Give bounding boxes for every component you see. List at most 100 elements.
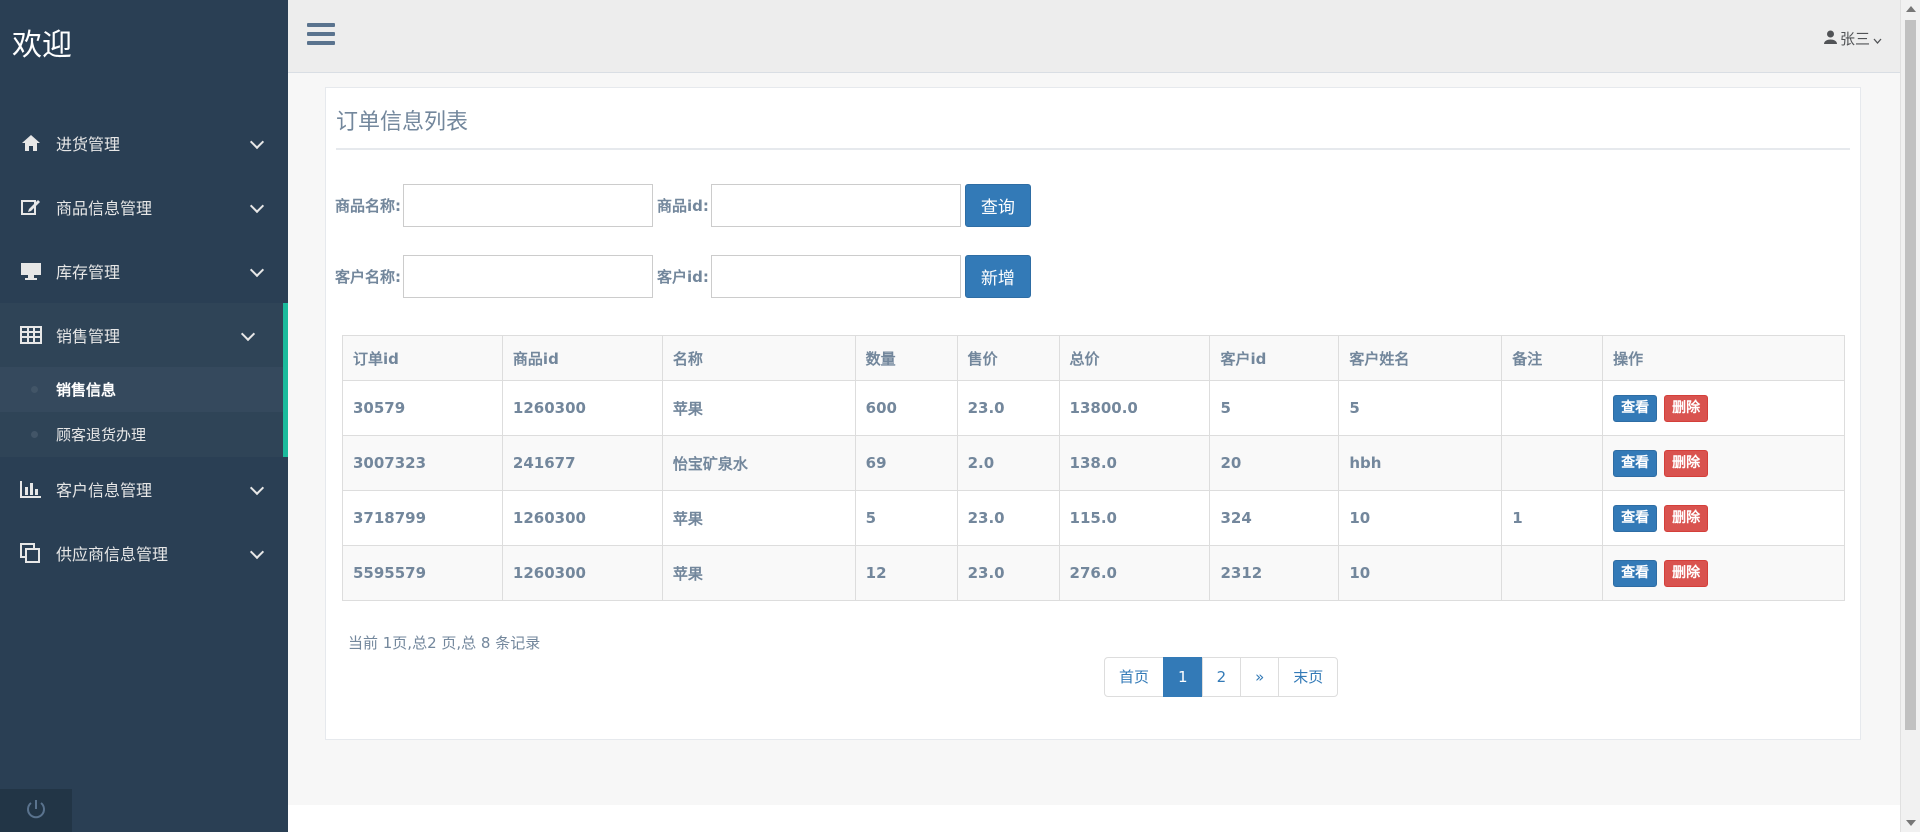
product-id-cell: 1260300 — [501, 490, 663, 546]
search-row: 商品名称: 商品id: 查询 — [335, 184, 1031, 227]
view-button[interactable]: 查看 — [1613, 394, 1658, 422]
chevron-down-icon — [249, 262, 265, 278]
product-id-cell: 241677 — [501, 435, 663, 491]
customer-id-input[interactable] — [710, 255, 961, 298]
product-id-input[interactable] — [710, 184, 961, 227]
page-1-link[interactable]: 1 — [1163, 657, 1203, 697]
menu-toggle-icon[interactable] — [307, 23, 335, 47]
sales-submenu: 销售信息 顾客退货办理 — [0, 367, 288, 457]
chevron-down-icon — [249, 480, 265, 496]
brand-title: 欢迎 — [12, 28, 72, 63]
power-icon — [25, 798, 47, 824]
scroll-down-icon[interactable] — [1906, 820, 1916, 826]
view-button[interactable]: 查看 — [1613, 449, 1658, 477]
sidebar-item-sales[interactable]: 销售管理 — [0, 303, 288, 367]
customer-id-cell: 20 — [1209, 435, 1340, 491]
delete-button[interactable]: 删除 — [1664, 394, 1709, 422]
add-button[interactable]: 新增 — [964, 255, 1031, 298]
price-cell: 23.0 — [956, 380, 1060, 436]
sidebar: 欢迎 进货管理 商品信息管理 库存管理 销售管理 销售信息 顾客退货办理 客户信… — [0, 0, 288, 832]
note-cell — [1501, 435, 1604, 491]
sidebar-item-products[interactable]: 商品信息管理 — [0, 175, 288, 239]
product-id-cell: 1260300 — [501, 545, 663, 601]
sidebar-item-label: 供应商信息管理 — [56, 545, 169, 564]
user-menu[interactable]: 张三 — [1823, 28, 1882, 49]
chevron-down-icon — [1873, 30, 1882, 48]
delete-button[interactable]: 删除 — [1664, 449, 1709, 477]
sidebar-item-inventory[interactable]: 库存管理 — [0, 239, 288, 303]
order-id-cell: 3718799 — [342, 490, 503, 546]
column-header: 商品id — [501, 335, 663, 381]
view-button[interactable]: 查看 — [1613, 504, 1658, 532]
order-panel: 订单信息列表 商品名称: 商品id: 查询 客户名称: 客户id: 新增 订单i… — [325, 87, 1861, 740]
sidebar-item-label: 销售管理 — [56, 327, 121, 346]
customer-name-cell: 10 — [1338, 490, 1503, 546]
sidebar-item-customers[interactable]: 客户信息管理 — [0, 457, 288, 521]
table-header-row: 订单id 商品id 名称 数量 售价 总价 客户id 客户姓名 备注 操作 — [342, 335, 1845, 381]
query-button[interactable]: 查询 — [964, 184, 1031, 227]
sidebar-item-label: 进货管理 — [56, 135, 121, 154]
product-id-cell: 1260300 — [501, 380, 663, 436]
customer-id-cell: 2312 — [1209, 545, 1340, 601]
table-icon — [18, 324, 44, 346]
customer-name-cell: hbh — [1338, 435, 1503, 491]
actions-cell: 查看 删除 — [1602, 380, 1845, 436]
customer-name-cell: 10 — [1338, 545, 1503, 601]
delete-button[interactable]: 删除 — [1664, 504, 1709, 532]
chevron-down-icon — [249, 134, 265, 150]
page-last-link[interactable]: 末页 — [1278, 657, 1339, 697]
pagination: 首页 1 2 » 末页 — [1104, 657, 1339, 697]
pagination-summary: 当前 1页,总2 页,总 8 条记录 — [348, 634, 541, 652]
sidebar-item-purchase[interactable]: 进货管理 — [0, 111, 288, 175]
sidebar-subitem-returns[interactable]: 顾客退货办理 — [0, 412, 283, 457]
sidebar-item-label: 商品信息管理 — [56, 199, 153, 218]
product-id-label: 商品id: — [657, 197, 709, 215]
order-id-cell: 5595579 — [342, 545, 503, 601]
total-cell: 13800.0 — [1058, 380, 1211, 436]
page-next-link[interactable]: » — [1240, 657, 1280, 697]
view-button[interactable]: 查看 — [1613, 559, 1658, 587]
price-cell: 23.0 — [956, 490, 1060, 546]
sidebar-menu: 进货管理 商品信息管理 库存管理 销售管理 销售信息 顾客退货办理 客户信息管理… — [0, 111, 288, 585]
product-name-input[interactable] — [403, 184, 653, 227]
page-first-link[interactable]: 首页 — [1104, 657, 1165, 697]
sidebar-item-label: 客户信息管理 — [56, 481, 153, 500]
price-cell: 2.0 — [956, 435, 1060, 491]
table-row: 3718799 1260300 苹果 5 23.0 115.0 324 10 1… — [342, 490, 1845, 546]
price-cell: 23.0 — [956, 545, 1060, 601]
logout-button[interactable] — [0, 789, 72, 832]
name-cell: 苹果 — [661, 545, 856, 601]
table-row: 3007323 241677 怡宝矿泉水 69 2.0 138.0 20 hbh… — [342, 435, 1845, 491]
qty-cell: 600 — [854, 380, 958, 436]
actions-cell: 查看 删除 — [1602, 435, 1845, 491]
sidebar-item-suppliers[interactable]: 供应商信息管理 — [0, 521, 288, 585]
user-icon — [1823, 30, 1837, 48]
scroll-up-icon[interactable] — [1906, 6, 1916, 12]
scrollbar-thumb[interactable] — [1905, 20, 1916, 730]
customer-name-label: 客户名称: — [335, 268, 401, 286]
note-cell — [1501, 545, 1604, 601]
customer-id-label: 客户id: — [657, 268, 709, 286]
column-header: 数量 — [854, 335, 958, 381]
column-header: 订单id — [342, 335, 503, 381]
qty-cell: 69 — [854, 435, 958, 491]
name-cell: 苹果 — [661, 380, 856, 436]
delete-button[interactable]: 删除 — [1664, 559, 1709, 587]
bar-chart-icon — [18, 478, 44, 500]
note-cell: 1 — [1501, 490, 1604, 546]
qty-cell: 12 — [854, 545, 958, 601]
column-header: 客户id — [1209, 335, 1340, 381]
add-row: 客户名称: 客户id: 新增 — [335, 255, 1031, 298]
page-2-link[interactable]: 2 — [1201, 657, 1242, 697]
note-cell — [1501, 380, 1604, 436]
total-cell: 115.0 — [1058, 490, 1211, 546]
customer-id-cell: 324 — [1209, 490, 1340, 546]
divider — [336, 148, 1850, 150]
orders-table: 订单id 商品id 名称 数量 售价 总价 客户id 客户姓名 备注 操作 30… — [342, 335, 1845, 601]
sidebar-subitem-sales-info[interactable]: 销售信息 — [0, 367, 283, 412]
scrollbar[interactable] — [1900, 0, 1920, 832]
column-header: 操作 — [1602, 335, 1845, 381]
table-row: 30579 1260300 苹果 600 23.0 13800.0 5 5 查看… — [342, 380, 1845, 436]
order-id-cell: 3007323 — [342, 435, 503, 491]
customer-name-input[interactable] — [403, 255, 653, 298]
